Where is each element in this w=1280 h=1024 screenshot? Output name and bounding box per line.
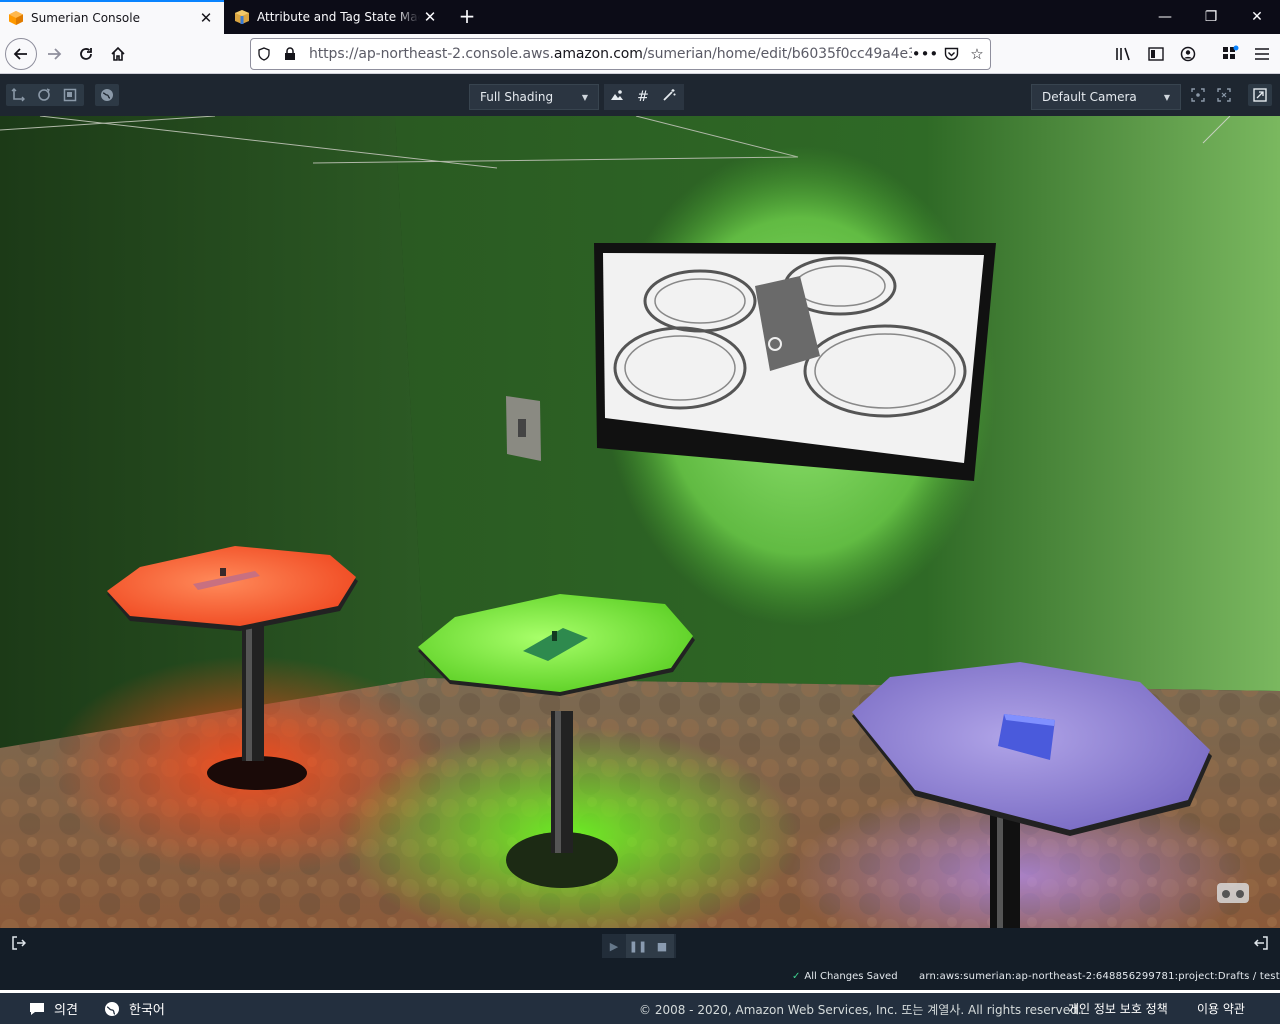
feedback-link[interactable]: 의견 [28, 999, 78, 1018]
tv-screen [594, 243, 996, 481]
box-icon [235, 10, 249, 24]
play-bar: ▶ ❚❚ ■ [0, 928, 1280, 964]
pause-icon[interactable]: ❚❚ [626, 934, 650, 958]
chevron-down-icon: ▼ [1163, 92, 1170, 102]
grid-icon[interactable]: # [630, 89, 656, 105]
browser-tab-bar: Sumerian Console ✕ Attribute and Tag Sta… [0, 0, 1280, 34]
checkmark-icon: ✓ [792, 971, 801, 982]
status-bar: ✓ All Changes Saved arn:aws:sumerian:ap-n… [0, 964, 1280, 990]
globe-icon [105, 1001, 119, 1016]
save-status: ✓ All Changes Saved [792, 971, 898, 982]
back-icon[interactable] [5, 38, 37, 70]
shield-icon[interactable] [251, 40, 277, 68]
exit-right-icon[interactable] [1253, 936, 1268, 954]
scene-viewport[interactable] [0, 116, 1280, 928]
shading-dropdown[interactable]: Full Shading ▼ [469, 84, 599, 110]
view-options-bar: # [604, 84, 684, 110]
stop-icon[interactable]: ■ [650, 934, 674, 958]
speech-bubble-icon [30, 1002, 44, 1015]
window-close-icon[interactable]: ✕ [1234, 0, 1280, 34]
play-icon[interactable]: ▶ [602, 934, 626, 958]
effects-wand-icon[interactable] [656, 88, 682, 106]
privacy-policy-link[interactable]: 개인 정보 보호 정책 [1068, 1000, 1168, 1017]
chevron-down-icon: ▼ [581, 92, 588, 102]
new-tab-icon[interactable]: + [454, 4, 480, 30]
shading-value: Full Shading [480, 90, 554, 104]
fullscreen-icon[interactable] [1249, 84, 1271, 106]
editor-toolbar: Full Shading ▼ # Default Camera ▼ [0, 74, 1280, 116]
extensions-icon[interactable] [1214, 38, 1246, 70]
copyright-text: © 2008 - 2020, Amazon Web Services, Inc.… [639, 1003, 1082, 1017]
pocket-icon[interactable] [938, 40, 964, 68]
tab-close-icon[interactable]: ✕ [196, 9, 216, 27]
tab-title: Attribute and Tag State Machi [257, 10, 420, 24]
frame-all-icon[interactable] [1213, 84, 1235, 106]
language-selector[interactable]: 한국어 [104, 999, 165, 1018]
playback-controls: ▶ ❚❚ ■ [602, 934, 676, 958]
scale-gizmo-icon[interactable] [59, 84, 81, 106]
axis-gizmo-icon[interactable] [7, 84, 29, 106]
frame-selection-icon[interactable] [1187, 84, 1209, 106]
scene-render [0, 116, 1280, 928]
tab-sumerian-console[interactable]: Sumerian Console ✕ [0, 0, 224, 34]
tab-title: Sumerian Console [31, 11, 140, 25]
aws-cube-icon [9, 11, 23, 25]
menu-icon[interactable] [1246, 38, 1278, 70]
url-text: https://ap-northeast-2.console.aws.amazo… [309, 46, 912, 62]
url-bar[interactable]: https://ap-northeast-2.console.aws.amazo… [250, 38, 991, 70]
globe-icon[interactable] [96, 84, 118, 106]
light-switch [506, 396, 541, 461]
sidebar-icon[interactable] [1140, 38, 1172, 70]
more-actions-icon[interactable]: ••• [912, 40, 939, 68]
camera-dropdown[interactable]: Default Camera ▼ [1031, 84, 1181, 110]
rotate-gizmo-icon[interactable] [33, 84, 55, 106]
account-icon[interactable] [1172, 38, 1204, 70]
forward-icon[interactable] [38, 38, 70, 70]
reload-icon[interactable] [70, 38, 102, 70]
restore-icon[interactable]: ❐ [1188, 0, 1234, 34]
library-icon[interactable] [1108, 38, 1140, 70]
browser-nav-bar: https://ap-northeast-2.console.aws.amazo… [0, 34, 1280, 74]
bookmark-star-icon[interactable]: ☆ [964, 40, 990, 68]
project-arn: arn:aws:sumerian:ap-northeast-2:64885629… [919, 971, 1280, 982]
lock-icon[interactable] [277, 40, 303, 68]
console-footer: 의견 한국어 © 2008 - 2020, Amazon Web Service… [0, 993, 1280, 1024]
home-icon[interactable] [102, 38, 134, 70]
exit-left-icon[interactable] [12, 936, 27, 954]
vr-goggles-icon[interactable] [1217, 883, 1249, 903]
camera-value: Default Camera [1042, 90, 1137, 104]
minimize-icon[interactable]: — [1142, 0, 1188, 34]
tab-attribute-state-machine[interactable]: Attribute and Tag State Machi ✕ [226, 0, 448, 34]
lighting-icon[interactable] [604, 89, 630, 105]
terms-link[interactable]: 이용 약관 [1197, 1000, 1245, 1017]
left-wall [0, 116, 425, 748]
tab-close-icon[interactable]: ✕ [420, 8, 440, 26]
